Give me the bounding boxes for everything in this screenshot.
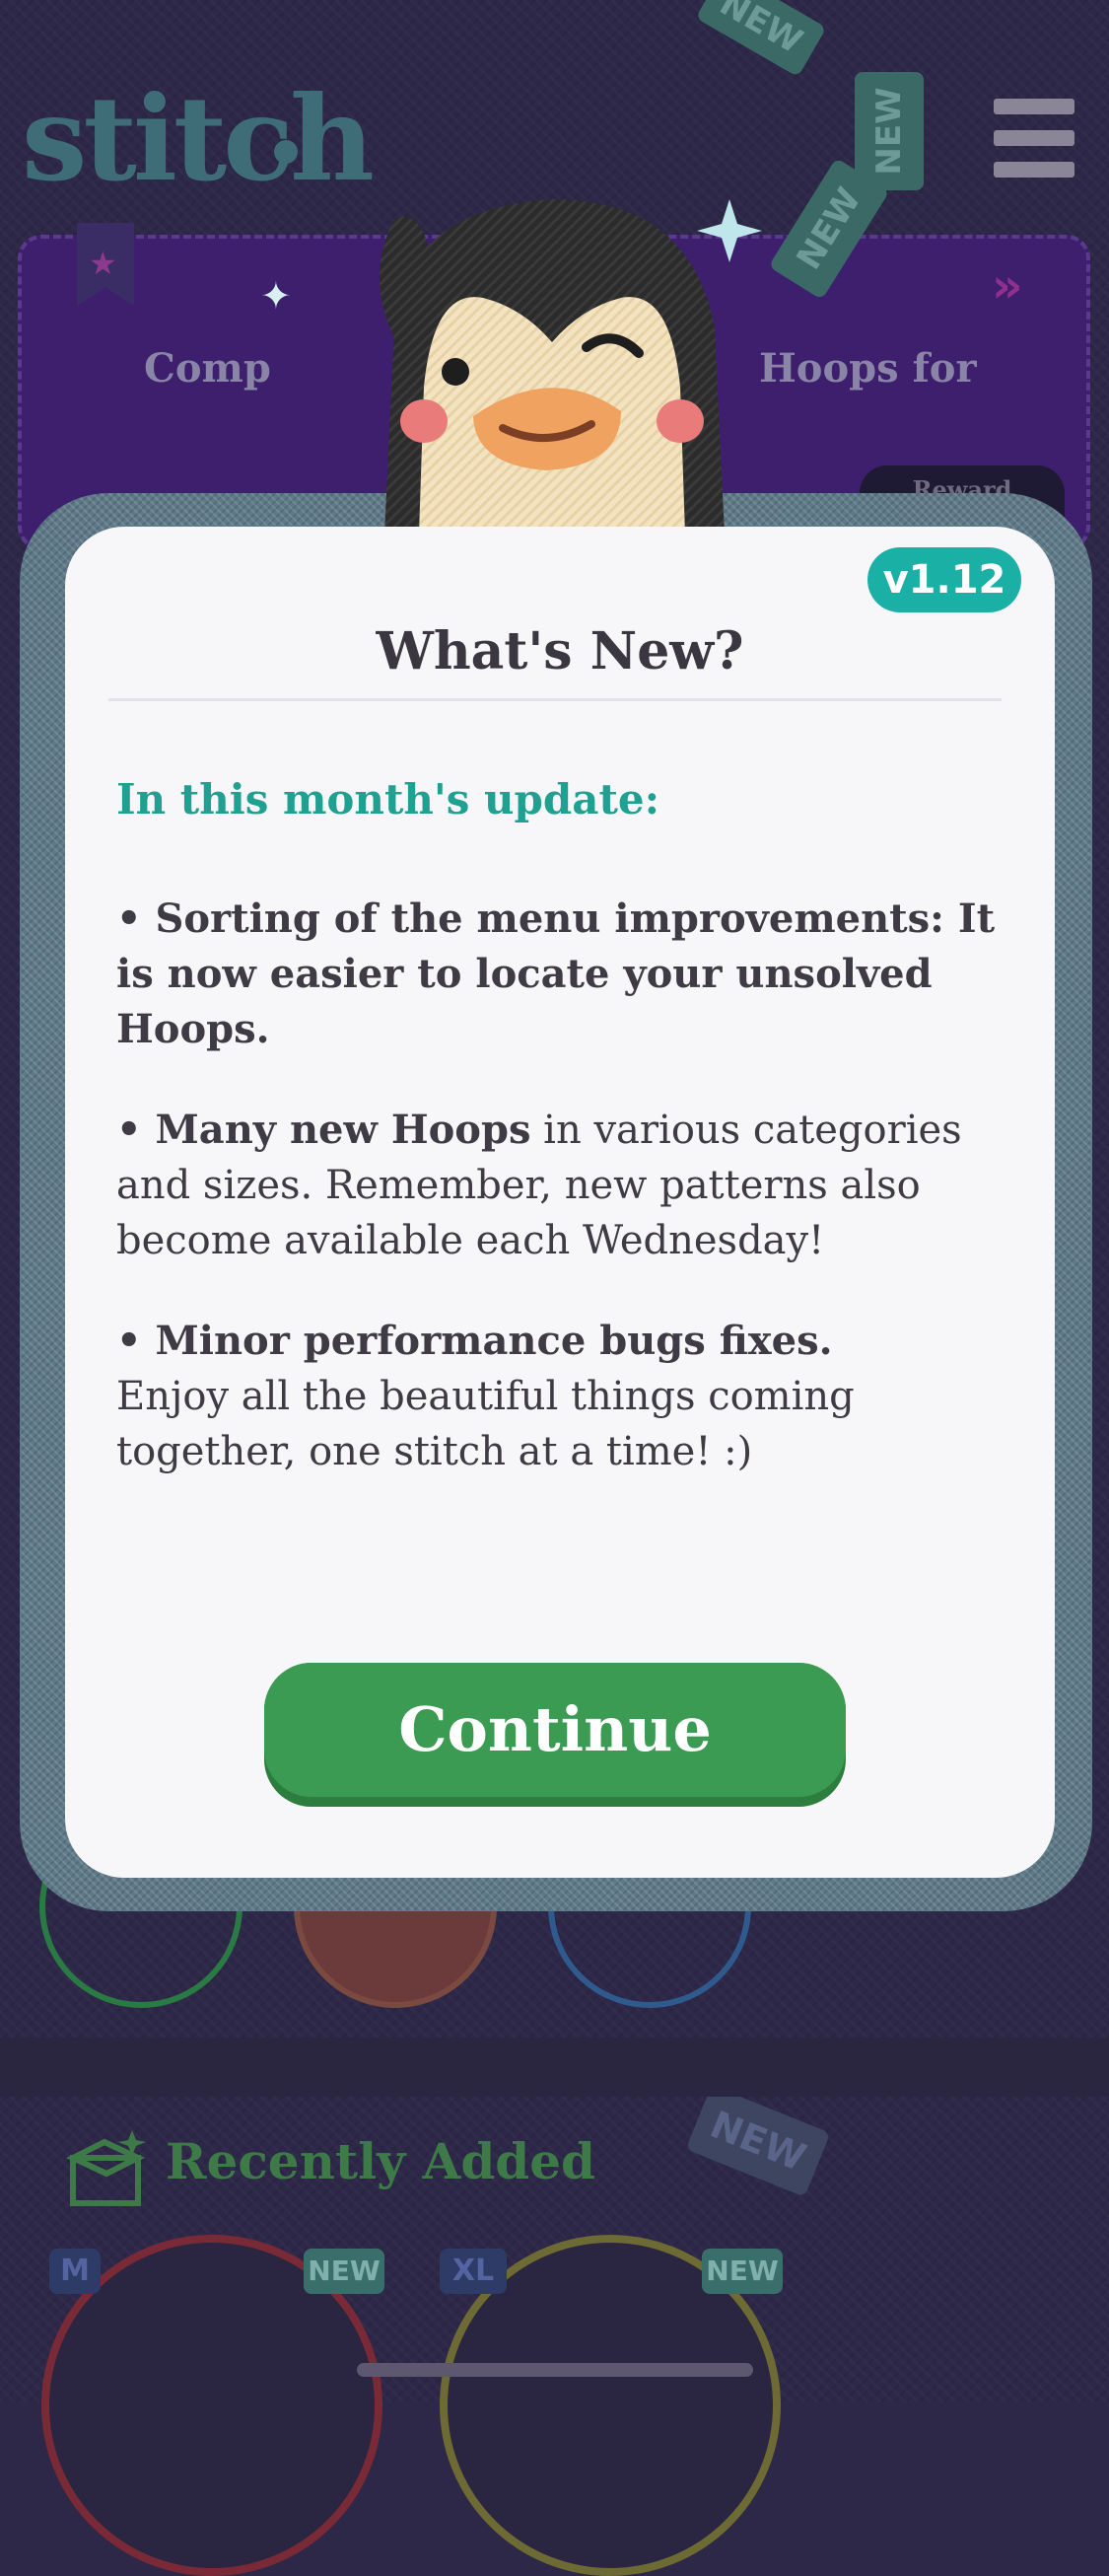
- star-icon: ★: [89, 245, 117, 282]
- size-badge: M: [49, 2249, 101, 2294]
- release-notes: • Sorting of the menu improvements: It i…: [116, 892, 1004, 1525]
- release-note-bold: • Minor performance bugs fixes.: [116, 1318, 833, 1364]
- release-note-bold: • Many new Hoops: [116, 1107, 531, 1153]
- size-badge: XL: [440, 2249, 507, 2294]
- hamburger-menu-icon[interactable]: [994, 99, 1074, 178]
- release-note-bold: • Sorting of the menu improvements: It i…: [116, 895, 996, 1052]
- dialog-title: What's New?: [376, 621, 744, 681]
- release-note-item: • Many new Hoops in various categories a…: [116, 1103, 1004, 1268]
- banner-text-start: Comp: [144, 345, 271, 392]
- new-tag: NEW: [855, 72, 924, 190]
- continue-button-label[interactable]: Continue: [264, 1663, 846, 1797]
- gift-box-icon: [66, 2130, 146, 2206]
- double-chevron-right-icon[interactable]: ››: [992, 258, 1022, 314]
- release-note-item: • Minor performance bugs fixes. Enjoy all…: [116, 1314, 1004, 1479]
- section-divider: [0, 2038, 1109, 2097]
- version-badge: v1.12: [867, 547, 1021, 612]
- title-divider: [108, 698, 1002, 701]
- update-heading: In this month's update:: [116, 775, 660, 823]
- release-note-text: Enjoy all the beautiful things coming to…: [116, 1374, 855, 1474]
- continue-button[interactable]: Continue: [264, 1663, 846, 1807]
- home-indicator: [357, 2363, 753, 2377]
- app-logo: stitch: [22, 70, 375, 207]
- sparkle-icon: ✦: [260, 274, 292, 318]
- banner-text-end: Hoops for: [759, 345, 977, 392]
- penguin-mascot: [380, 199, 762, 535]
- new-badge: NEW: [304, 2249, 384, 2294]
- logo-dot: [274, 140, 298, 164]
- recently-added-title: Recently Added: [166, 2132, 596, 2190]
- release-note-item: • Sorting of the menu improvements: It i…: [116, 892, 1004, 1057]
- new-badge: NEW: [702, 2249, 783, 2294]
